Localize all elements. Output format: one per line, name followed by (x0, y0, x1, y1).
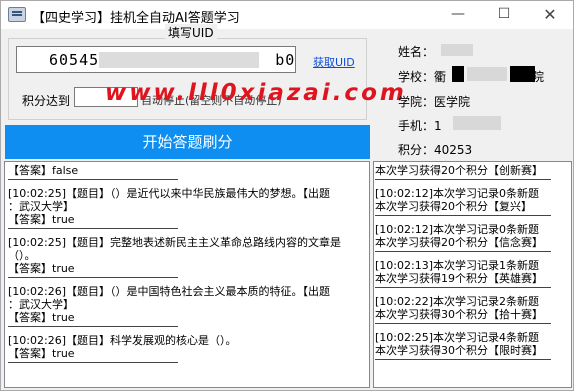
minimize-button[interactable]: — (435, 1, 481, 29)
record-line: [10:02:25]本次学习记录4条新题 (375, 331, 539, 344)
record-line: [10:02:22]本次学习记录2条新题 (375, 295, 539, 308)
log-line: [10:02:26]【题目】（）是中国特色社会主义最本质的特征。【出题 (8, 285, 330, 298)
site-watermark: www.lll0xiazai.com (105, 80, 407, 106)
record-line: 本次学习获得30个积分【限时赛】 (375, 344, 543, 357)
record-separator (375, 179, 551, 180)
record-line: 本次学习获得20个积分【信念赛】 (375, 236, 543, 249)
record-separator (375, 287, 551, 288)
log-line: 【答案】true (8, 347, 75, 360)
log-line: [10:02:26]【题目】科学发展观的核心是（）。 (8, 334, 237, 347)
start-answering-button[interactable]: 开始答题刷分 (5, 125, 370, 159)
record-separator (375, 215, 551, 216)
log-line: 【答案】true (8, 262, 75, 275)
title-bar: 【四史学习】挂机全自动AI答题学习 — ☐ ✕ (1, 1, 573, 29)
record-line: [10:02:12]本次学习记录0条新题 (375, 223, 539, 236)
record-separator (375, 323, 551, 324)
record-log-panel[interactable]: 本次学习获得20个积分【创新赛】 [10:02:12]本次学习记录0条新题 本次… (373, 161, 572, 388)
log-separator (8, 179, 178, 180)
fetch-uid-link[interactable]: 获取UID (313, 54, 355, 70)
score-target-label: 积分达到 (22, 94, 71, 108)
log-line: 【答案】false (8, 164, 79, 177)
maximize-button[interactable]: ☐ (481, 1, 527, 29)
record-line: [10:02:12]本次学习记录0条新题 (375, 187, 539, 200)
app-icon (8, 7, 26, 22)
record-separator (375, 359, 551, 360)
log-line: ：武汉大学】 (8, 298, 74, 311)
log-line: [10:02:25]【题目】完整地表述新民主主义革命总路线内容的文章是 (8, 236, 341, 249)
log-line: ：武汉大学】 (8, 200, 74, 213)
close-button[interactable]: ✕ (527, 1, 573, 29)
user-college: 学院：医学院 (398, 95, 471, 109)
user-points: 积分：40253 (398, 143, 473, 157)
school-redaction-3 (510, 66, 535, 82)
log-line: [10:02:25]【题目】（）是近代以来中华民族最伟大的梦想。【出题 (8, 187, 330, 200)
record-separator (375, 251, 551, 252)
log-line: （）。 (8, 249, 36, 262)
log-line: 【答案】true (8, 213, 75, 226)
record-line: 本次学习获得20个积分【复兴】 (375, 200, 532, 213)
record-line: 本次学习获得19个积分【英雄赛】 (375, 272, 543, 285)
log-separator (8, 362, 178, 363)
record-line: 本次学习获得30个积分【拾十赛】 (375, 308, 543, 321)
record-line: [10:02:13]本次学习记录1条新题 (375, 259, 539, 272)
log-separator (8, 277, 178, 278)
user-school-label: 学校：衢 (398, 70, 447, 84)
user-name-label: 姓名： (398, 45, 435, 59)
school-redaction-2 (467, 67, 507, 81)
name-redaction (441, 44, 473, 56)
record-line: 本次学习获得20个积分【创新赛】 (375, 164, 543, 177)
log-line: 【答案】true (8, 311, 75, 324)
uid-label: 填写UID (165, 24, 217, 41)
user-phone: 手机：1 (398, 119, 442, 133)
phone-redaction (453, 116, 501, 130)
uid-redaction (99, 52, 259, 68)
log-separator (8, 326, 178, 327)
school-redaction-1 (452, 66, 464, 82)
log-separator (8, 228, 178, 229)
answer-log-panel[interactable]: 【答案】false [10:02:25]【题目】（）是近代以来中华民族最伟大的梦… (4, 161, 370, 388)
uid-value-suffix: b038b (275, 51, 296, 69)
